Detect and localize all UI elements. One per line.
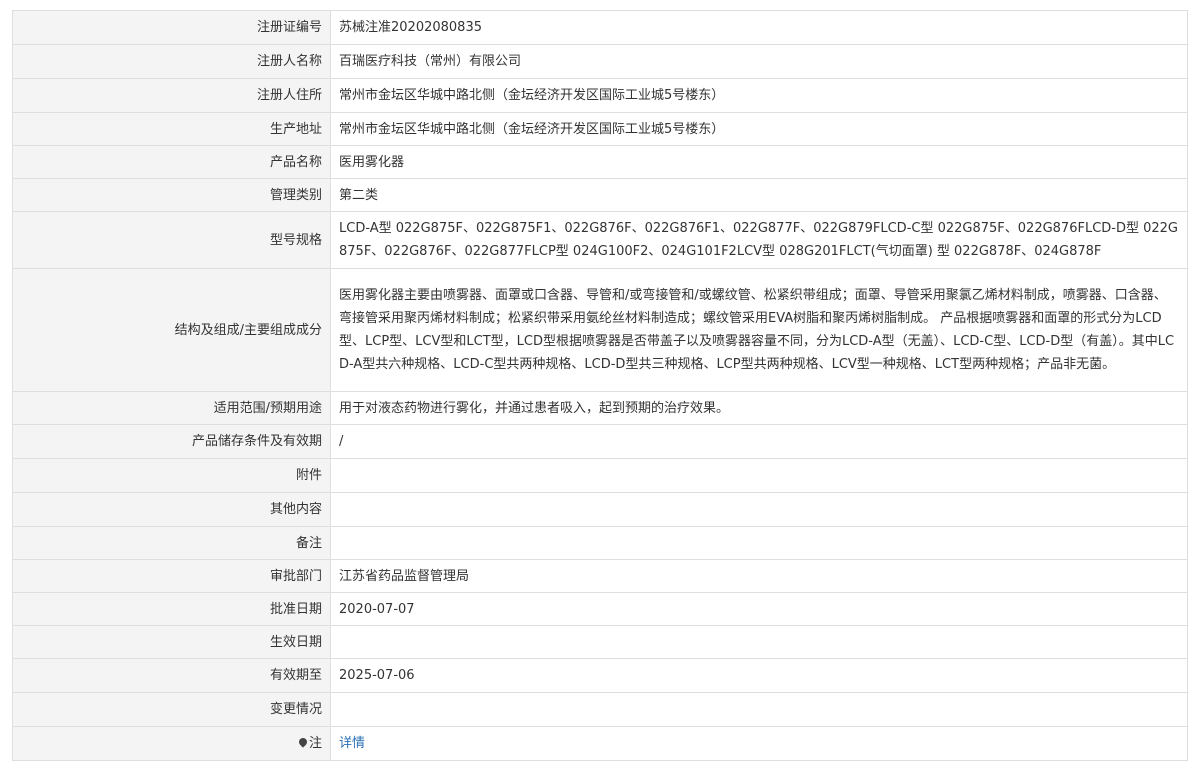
label-model-spec: 型号规格 [12,211,331,269]
label-production-address: 生产地址 [12,112,331,146]
value-registrant-address: 常州市金坛区华城中路北侧（金坛经济开发区国际工业城5号楼东） [330,78,1188,113]
value-approval-department: 江苏省药品监督管理局 [330,559,1188,593]
label-registration-number: 注册证编号 [12,10,331,45]
row-registrant-name: 注册人名称 百瑞医疗科技（常州）有限公司 [12,44,1188,79]
row-note: 注 详情 [12,726,1188,761]
row-structure-composition: 结构及组成/主要组成成分 医用雾化器主要由喷雾器、面罩或口含器、导管和/或弯接管… [12,268,1188,392]
value-registrant-name: 百瑞医疗科技（常州）有限公司 [330,44,1188,79]
value-structure-composition: 医用雾化器主要由喷雾器、面罩或口含器、导管和/或弯接管和/或螺纹管、松紧织带组成… [330,268,1188,392]
label-remarks: 备注 [12,526,331,560]
label-registrant-address: 注册人住所 [12,78,331,113]
row-model-spec: 型号规格 LCD-A型 022G875F、022G875F1、022G876F、… [12,211,1188,269]
value-production-address: 常州市金坛区华城中路北侧（金坛经济开发区国际工业城5号楼东） [330,112,1188,146]
label-storage-validity: 产品储存条件及有效期 [12,424,331,459]
row-other-content: 其他内容 [12,492,1188,527]
label-change-status: 变更情况 [12,692,331,727]
value-registration-number: 苏械注准20202080835 [330,10,1188,45]
value-approval-date: 2020-07-07 [330,592,1188,626]
value-effective-date [330,625,1188,659]
row-valid-until: 有效期至 2025-07-06 [12,658,1188,693]
row-approval-department: 审批部门 江苏省药品监督管理局 [12,559,1188,593]
value-model-spec: LCD-A型 022G875F、022G875F1、022G876F、022G8… [330,211,1188,269]
value-storage-validity: / [330,424,1188,459]
label-product-name: 产品名称 [12,145,331,179]
label-attachments: 附件 [12,458,331,493]
label-intended-use: 适用范围/预期用途 [12,391,331,425]
label-valid-until: 有效期至 [12,658,331,693]
row-attachments: 附件 [12,458,1188,493]
note-label: 注 [308,736,322,751]
value-product-name: 医用雾化器 [330,145,1188,179]
row-change-status: 变更情况 [12,692,1188,727]
value-remarks [330,526,1188,560]
pin-icon [299,738,307,748]
label-other-content: 其他内容 [12,492,331,527]
label-effective-date: 生效日期 [12,625,331,659]
row-remarks: 备注 [12,526,1188,560]
label-registrant-name: 注册人名称 [12,44,331,79]
value-valid-until: 2025-07-06 [330,658,1188,693]
value-management-category: 第二类 [330,178,1188,212]
row-management-category: 管理类别 第二类 [12,178,1188,212]
row-approval-date: 批准日期 2020-07-07 [12,592,1188,626]
value-change-status [330,692,1188,727]
row-registration-number: 注册证编号 苏械注准20202080835 [12,10,1188,45]
row-registrant-address: 注册人住所 常州市金坛区华城中路北侧（金坛经济开发区国际工业城5号楼东） [12,78,1188,113]
row-product-name: 产品名称 医用雾化器 [12,145,1188,179]
value-note: 详情 [330,726,1188,761]
value-intended-use: 用于对液态药物进行雾化，并通过患者吸入，起到预期的治疗效果。 [330,391,1188,425]
row-storage-validity: 产品储存条件及有效期 / [12,424,1188,459]
row-effective-date: 生效日期 [12,625,1188,659]
details-link[interactable]: 详情 [339,736,365,751]
row-production-address: 生产地址 常州市金坛区华城中路北侧（金坛经济开发区国际工业城5号楼东） [12,112,1188,146]
label-approval-department: 审批部门 [12,559,331,593]
label-structure-composition: 结构及组成/主要组成成分 [12,268,331,392]
registration-detail-table: 注册证编号 苏械注准20202080835 注册人名称 百瑞医疗科技（常州）有限… [12,10,1188,761]
label-approval-date: 批准日期 [12,592,331,626]
value-other-content [330,492,1188,527]
value-attachments [330,458,1188,493]
label-note: 注 [12,726,331,761]
label-management-category: 管理类别 [12,178,331,212]
row-intended-use: 适用范围/预期用途 用于对液态药物进行雾化，并通过患者吸入，起到预期的治疗效果。 [12,391,1188,425]
